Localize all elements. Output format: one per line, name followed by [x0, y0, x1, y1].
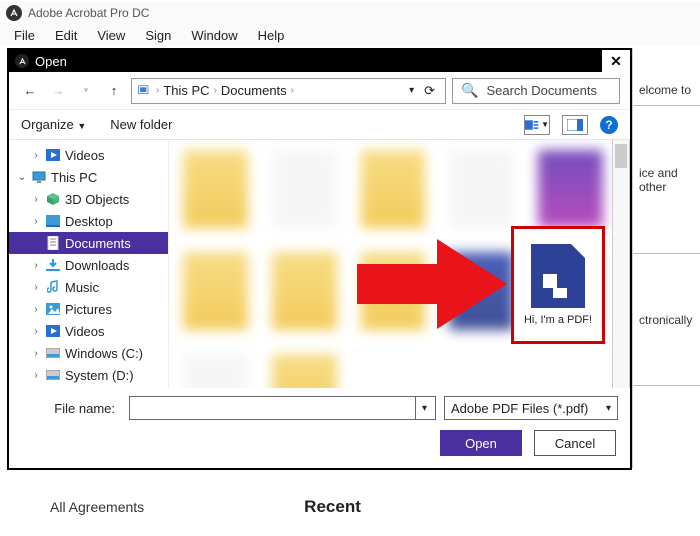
search-icon: 🔍 — [461, 82, 478, 99]
dialog-title-text: Open — [35, 54, 67, 69]
menu-window[interactable]: Window — [183, 26, 245, 45]
breadcrumb-pc-icon — [136, 83, 152, 99]
menu-sign[interactable]: Sign — [137, 26, 179, 45]
chevron-down-icon: ▼ — [541, 120, 549, 129]
newfolder-button[interactable]: New folder — [110, 117, 172, 132]
dialog-footer: File name: ▾ Adobe PDF Files (*.pdf) ▾ O… — [9, 388, 630, 468]
pdf-file-icon — [531, 244, 585, 308]
open-dialog: Open ✕ ← → ▾ ↑ › This PC › Documents › ▾… — [7, 48, 632, 470]
all-agreements-label[interactable]: All Agreements — [50, 499, 144, 515]
page-bottom: All Agreements Recent — [0, 478, 700, 536]
cancel-button[interactable]: Cancel — [534, 430, 616, 456]
recent-heading: Recent — [304, 497, 361, 517]
bg-welcome: elcome to — [633, 48, 700, 106]
dialog-toolbar: Organize ▼ New folder ▼ ? — [9, 110, 630, 140]
tree-item-music[interactable]: ›Music — [9, 276, 168, 298]
drive-icon — [45, 367, 61, 383]
music-icon — [45, 279, 61, 295]
chevron-down-icon[interactable]: ▾ — [415, 397, 433, 419]
dialog-app-icon — [15, 54, 29, 68]
app-titlebar: Adobe Acrobat Pro DC — [0, 0, 700, 24]
refresh-icon[interactable]: ⟳ — [424, 83, 435, 99]
chevron-right-icon: › — [214, 85, 217, 96]
folder-tree[interactable]: ›Videos ⌄This PC ›3D Objects ›Desktop Do… — [9, 140, 169, 388]
bg-office: ice and other — [633, 106, 700, 254]
dialog-body: ›Videos ⌄This PC ›3D Objects ›Desktop Do… — [9, 140, 630, 388]
nav-back-button[interactable]: ← — [19, 80, 41, 102]
filename-input[interactable]: ▾ — [129, 396, 436, 420]
tree-item-videos[interactable]: ›Videos — [9, 144, 168, 166]
filetype-value: Adobe PDF Files (*.pdf) — [451, 401, 588, 416]
nav-recent-dropdown[interactable]: ▾ — [75, 80, 97, 102]
tree-item-desktop[interactable]: ›Desktop — [9, 210, 168, 232]
dialog-close-button[interactable]: ✕ — [602, 50, 630, 72]
videos-icon — [45, 147, 61, 163]
app-title: Adobe Acrobat Pro DC — [28, 6, 149, 20]
menubar: File Edit View Sign Window Help — [0, 24, 700, 46]
breadcrumb-dropdown-icon[interactable]: ▾ — [409, 85, 414, 96]
tree-item-documents[interactable]: Documents — [9, 232, 168, 254]
search-placeholder: Search Documents — [486, 83, 597, 98]
chevron-down-icon: ▾ — [606, 403, 611, 414]
nav-forward-button[interactable]: → — [47, 80, 69, 102]
drive-icon — [45, 345, 61, 361]
open-button[interactable]: Open — [440, 430, 522, 456]
tree-item-thispc[interactable]: ⌄This PC — [9, 166, 168, 188]
dialog-titlebar: Open ✕ — [9, 50, 630, 72]
download-icon — [45, 257, 61, 273]
monitor-icon — [31, 169, 47, 185]
background-sidebar: elcome to ice and other ctronically — [632, 48, 700, 468]
highlighted-file-label: Hi, I'm a PDF! — [524, 314, 592, 326]
search-input[interactable]: 🔍 Search Documents — [452, 78, 620, 104]
tree-item-ddrive[interactable]: ›System (D:) — [9, 364, 168, 386]
document-icon — [45, 235, 61, 251]
nav-up-button[interactable]: ↑ — [103, 80, 125, 102]
menu-edit[interactable]: Edit — [47, 26, 85, 45]
menu-file[interactable]: File — [6, 26, 43, 45]
preview-pane-button[interactable] — [562, 115, 588, 135]
tree-item-videos2[interactable]: ›Videos — [9, 320, 168, 342]
organize-button[interactable]: Organize ▼ — [21, 117, 86, 132]
help-button[interactable]: ? — [600, 116, 618, 134]
file-list[interactable]: Hi, I'm a PDF! — [169, 140, 630, 388]
menu-help[interactable]: Help — [250, 26, 293, 45]
filetype-select[interactable]: Adobe PDF Files (*.pdf) ▾ — [444, 396, 618, 420]
chevron-down-icon: ▼ — [77, 121, 86, 131]
breadcrumb-root[interactable]: This PC — [163, 83, 209, 98]
chevron-right-icon: › — [291, 85, 294, 96]
view-mode-button[interactable]: ▼ — [524, 115, 550, 135]
chevron-right-icon: › — [156, 85, 159, 96]
tree-item-cdrive[interactable]: ›Windows (C:) — [9, 342, 168, 364]
videos-icon — [45, 323, 61, 339]
tree-item-pictures[interactable]: ›Pictures — [9, 298, 168, 320]
acrobat-logo-icon — [6, 5, 22, 21]
breadcrumb[interactable]: › This PC › Documents › ▾ ⟳ — [131, 78, 446, 104]
dialog-nav: ← → ▾ ↑ › This PC › Documents › ▾ ⟳ 🔍 Se… — [9, 72, 630, 110]
scrollbar-thumb[interactable] — [615, 144, 627, 168]
desktop-icon — [45, 213, 61, 229]
filename-label: File name: — [21, 401, 121, 416]
tree-item-3dobjects[interactable]: ›3D Objects — [9, 188, 168, 210]
breadcrumb-current[interactable]: Documents — [221, 83, 287, 98]
highlighted-file[interactable]: Hi, I'm a PDF! — [511, 226, 605, 344]
cube-icon — [45, 191, 61, 207]
pictures-icon — [45, 301, 61, 317]
tree-item-downloads[interactable]: ›Downloads — [9, 254, 168, 276]
menu-view[interactable]: View — [89, 26, 133, 45]
bg-electron: ctronically — [633, 254, 700, 386]
